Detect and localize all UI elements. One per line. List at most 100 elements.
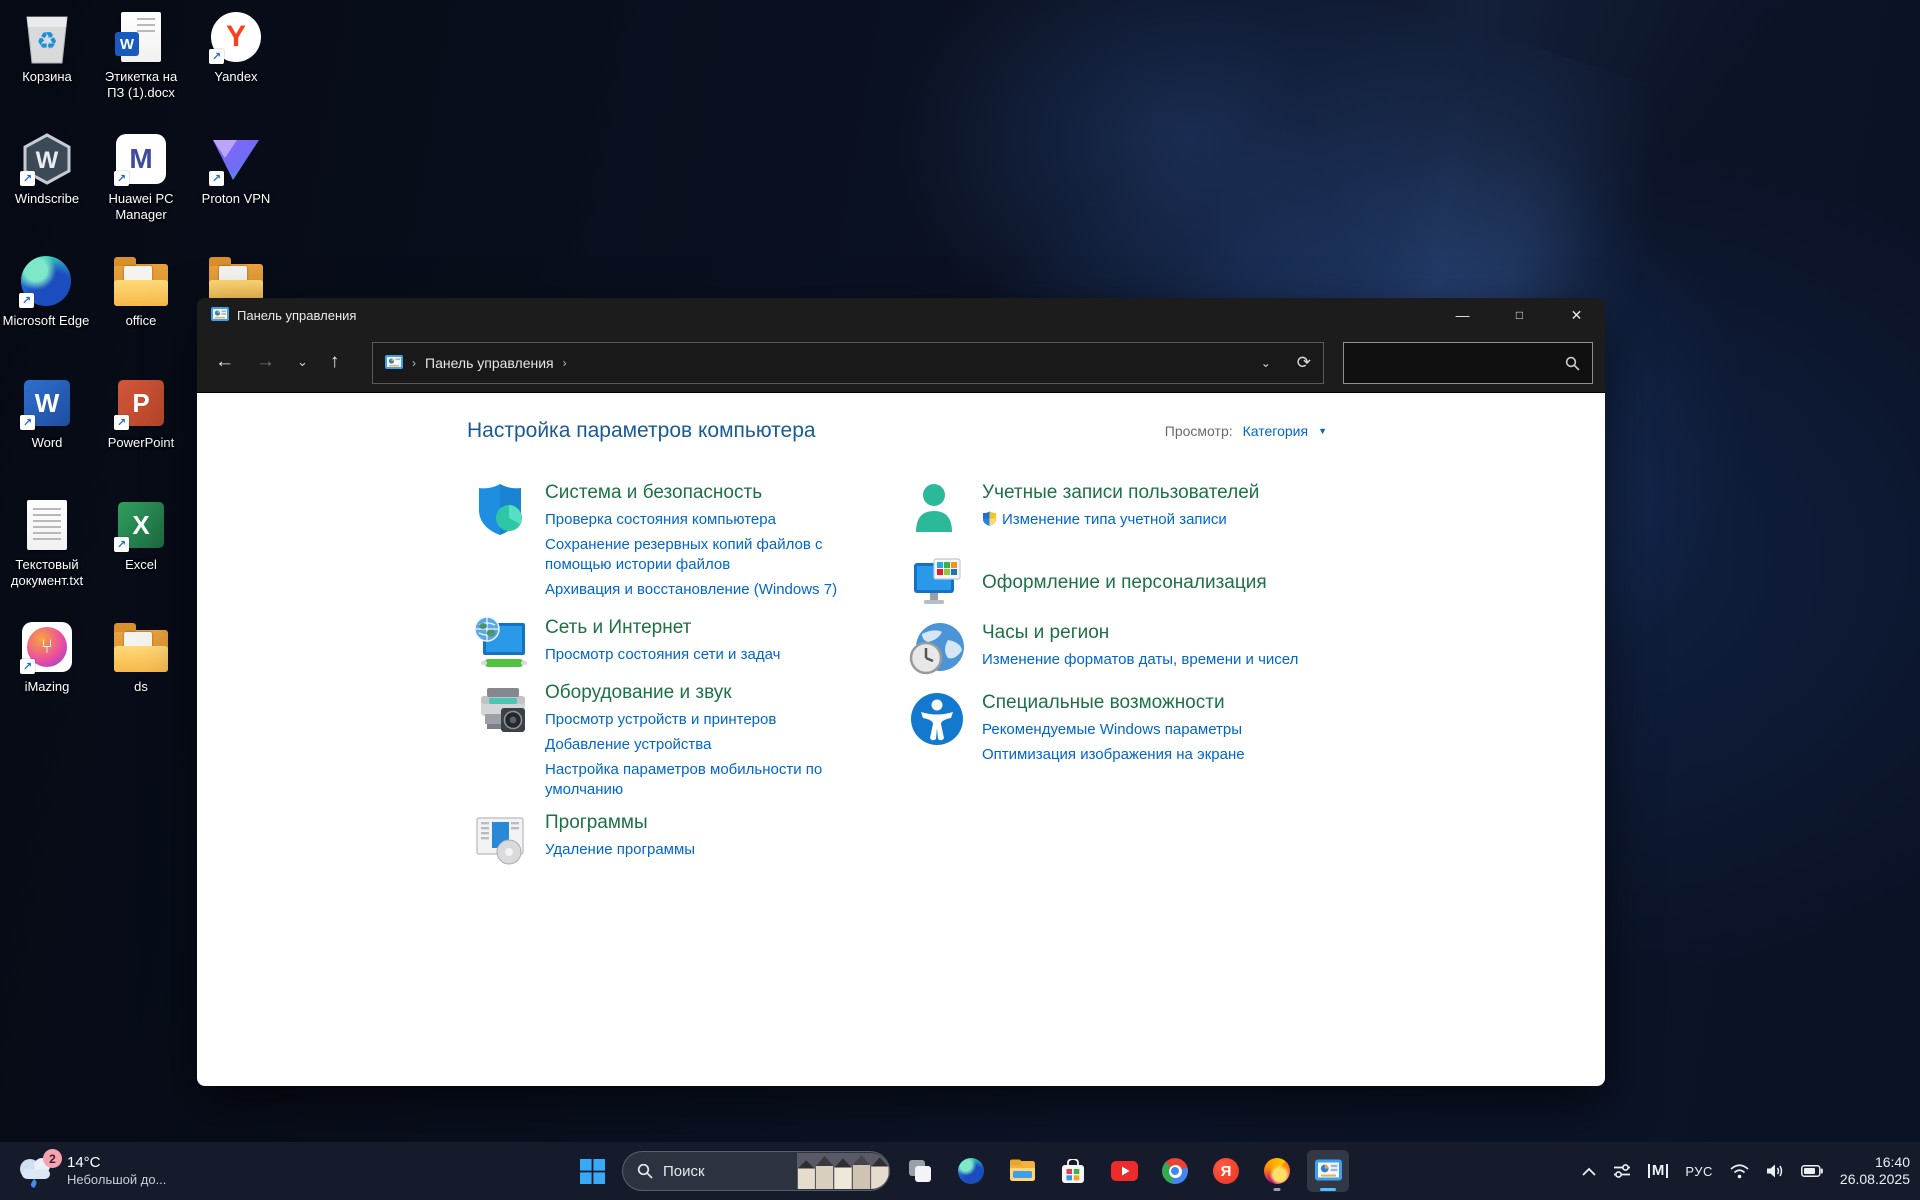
taskbar-control-panel[interactable] — [1307, 1150, 1349, 1192]
task-link[interactable]: Оптимизация изображения на экране — [982, 745, 1342, 765]
task-link[interactable]: Просмотр устройств и принтеров — [545, 710, 861, 730]
task-link[interactable]: Архивация и восстановление (Windows 7) — [545, 580, 861, 600]
desktop-icon-powerpoint[interactable]: P ↗ PowerPoint — [96, 374, 186, 451]
weather-alert-badge: 2 — [43, 1149, 62, 1168]
running-indicator — [1273, 1188, 1281, 1191]
breadcrumb-separator-icon[interactable]: › — [563, 356, 567, 370]
desktop-icon-imazing[interactable]: ⑂ ↗ iMazing — [2, 618, 92, 695]
recycle-bin-icon: ♻ — [18, 8, 76, 66]
task-link[interactable]: Рекомендуемые Windows параметры — [982, 720, 1342, 740]
page-heading: Настройка параметров компьютера — [467, 419, 816, 442]
shortcut-arrow-icon: ↗ — [20, 659, 35, 674]
volume-icon[interactable] — [1766, 1163, 1784, 1179]
tray-huawei-manager-icon[interactable]: M — [1647, 1163, 1669, 1178]
wifi-icon[interactable] — [1730, 1163, 1749, 1179]
shortcut-arrow-icon: ↗ — [114, 537, 129, 552]
folder-icon — [112, 618, 170, 676]
task-link[interactable]: Проверка состояния компьютера — [545, 510, 861, 530]
task-link[interactable]: Удаление программы — [545, 840, 861, 860]
taskbar-firefox[interactable] — [1256, 1150, 1298, 1192]
printer-icon — [471, 680, 529, 738]
category-title-link[interactable]: Специальные возможности — [982, 692, 1342, 714]
back-button[interactable]: ← — [215, 351, 234, 373]
category-title-link[interactable]: Оформление и персонализация — [982, 572, 1342, 594]
weather-widget[interactable]: 2 14°C Небольшой до... — [14, 1142, 166, 1200]
shield-icon — [471, 480, 529, 538]
desktop-icon-office-folder[interactable]: office — [96, 252, 186, 329]
excel-icon: X ↗ — [112, 496, 170, 554]
category-user-accounts: Учетные записи пользователей Изменение т… — [908, 480, 1342, 538]
word-app-icon: W ↗ — [18, 374, 76, 432]
maximize-button[interactable]: □ — [1491, 298, 1548, 332]
start-button[interactable] — [571, 1150, 613, 1192]
recent-pages-chevron-icon[interactable]: ⌄ — [297, 354, 308, 370]
desktop-icon-microsoft-edge[interactable]: ↗ Microsoft Edge — [2, 252, 90, 329]
category-title-link[interactable]: Система и безопасность — [545, 482, 861, 504]
category-title-link[interactable]: Оборудование и звук — [545, 682, 861, 704]
svg-text:♻: ♻ — [36, 28, 58, 55]
task-view-button[interactable] — [899, 1150, 941, 1192]
battery-icon[interactable] — [1800, 1165, 1823, 1177]
firefox-icon — [1264, 1158, 1290, 1184]
search-icon — [637, 1163, 653, 1179]
weather-condition: Небольшой до... — [67, 1172, 167, 1187]
category-network-internet: Сеть и Интернет Просмотр состояния сети … — [471, 615, 861, 673]
task-link[interactable]: Изменение форматов даты, времени и чисел — [982, 650, 1342, 670]
programs-icon — [471, 810, 529, 868]
desktop-icon-txt[interactable]: Текстовый документ.txt — [2, 496, 92, 589]
taskbar-edge[interactable] — [950, 1150, 992, 1192]
task-link[interactable]: Просмотр состояния сети и задач — [545, 645, 861, 665]
powerpoint-icon: P ↗ — [112, 374, 170, 432]
category-title-link[interactable]: Программы — [545, 812, 861, 834]
task-link[interactable]: Сохранение резервных копий файлов с помо… — [545, 535, 861, 575]
clock[interactable]: 16:40 26.08.2025 — [1840, 1154, 1910, 1188]
task-link[interactable]: Настройка параметров мобильности по умол… — [545, 760, 861, 800]
search-input[interactable] — [1343, 342, 1593, 384]
minimize-button[interactable]: — — [1434, 298, 1491, 332]
proton-vpn-icon: ↗ — [207, 130, 265, 188]
control-panel-window: Панель управления — □ ✕ ← → ⌄ ↑ › Панель… — [197, 298, 1605, 1086]
yandex-browser-icon: Я — [1213, 1158, 1239, 1184]
desktop-icon-huawei-pc-manager[interactable]: M ↗ Huawei PC Manager — [96, 130, 186, 223]
desktop-icon-excel[interactable]: X ↗ Excel — [96, 496, 186, 573]
close-button[interactable]: ✕ — [1548, 298, 1605, 332]
category-title-link[interactable]: Часы и регион — [982, 622, 1342, 644]
task-link[interactable]: Добавление устройства — [545, 735, 861, 755]
category-system-security: Система и безопасность Проверка состояни… — [471, 480, 861, 605]
desktop-icon-ds-folder[interactable]: ds — [96, 618, 186, 695]
desktop-icon-recycle-bin[interactable]: ♻ Корзина — [2, 8, 92, 85]
view-by-dropdown[interactable]: Категория — [1243, 423, 1308, 439]
tray-overflow-chevron-icon[interactable] — [1582, 1167, 1596, 1176]
language-indicator[interactable]: РУС — [1685, 1164, 1713, 1179]
shortcut-arrow-icon: ↗ — [209, 171, 224, 186]
category-title-link[interactable]: Учетные записи пользователей — [982, 482, 1342, 504]
up-button[interactable]: ↑ — [330, 351, 340, 373]
desktop-icon-yandex[interactable]: Y ↗ Yandex — [191, 8, 281, 85]
desktop-icon-word[interactable]: W ↗ Word — [2, 374, 92, 451]
taskbar-yandex-browser[interactable]: Я — [1205, 1150, 1247, 1192]
address-bar[interactable]: › Панель управления › ⌄ ⟳ — [372, 342, 1324, 384]
taskbar-microsoft-store[interactable] — [1052, 1150, 1094, 1192]
taskbar-file-explorer[interactable] — [1001, 1150, 1043, 1192]
forward-button[interactable]: → — [256, 351, 275, 373]
accessibility-icon — [908, 690, 966, 748]
task-link-uac[interactable]: Изменение типа учетной записи — [982, 510, 1342, 530]
category-title-link[interactable]: Сеть и Интернет — [545, 617, 861, 639]
refresh-icon[interactable]: ⟳ — [1297, 353, 1311, 373]
address-dropdown-chevron-icon[interactable]: ⌄ — [1261, 356, 1271, 370]
shortcut-arrow-icon: ↗ — [114, 171, 129, 186]
yandex-icon: Y ↗ — [207, 8, 265, 66]
desktop-icon-windscribe[interactable]: W ↗ Windscribe — [2, 130, 92, 207]
taskbar-search-input[interactable]: Поиск — [622, 1151, 890, 1191]
task-view-icon — [909, 1160, 931, 1182]
view-by-caret-icon[interactable]: ▼ — [1318, 426, 1327, 436]
desktop-icon-docx[interactable]: W Этикетка на ПЗ (1).docx — [96, 8, 186, 101]
taskbar-youtube[interactable] — [1103, 1150, 1145, 1192]
tray-settings-sliders-icon[interactable] — [1613, 1163, 1631, 1179]
folder-icon — [112, 252, 170, 310]
desktop-icon-proton-vpn[interactable]: ↗ Proton VPN — [191, 130, 281, 207]
search-highlight-image[interactable] — [797, 1153, 889, 1189]
taskbar-chrome[interactable] — [1154, 1150, 1196, 1192]
shortcut-arrow-icon: ↗ — [114, 415, 129, 430]
breadcrumb-control-panel[interactable]: Панель управления — [425, 355, 554, 371]
